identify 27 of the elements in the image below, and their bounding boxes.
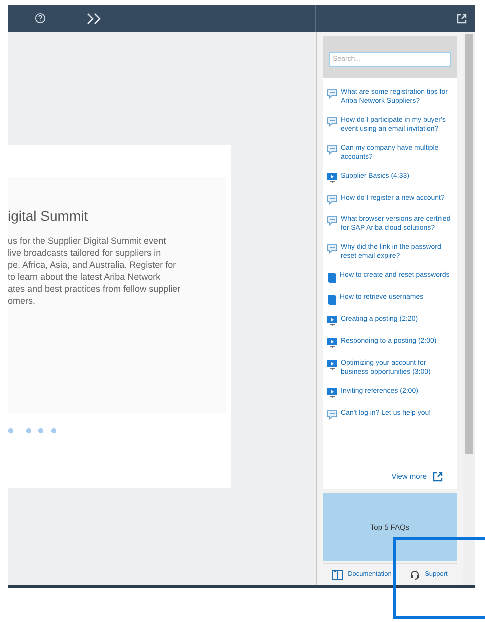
book-icon	[327, 272, 337, 283]
speech-bubble-icon	[327, 244, 338, 254]
screen-play-icon	[327, 338, 338, 349]
help-icon[interactable]	[35, 13, 46, 24]
book-icon	[332, 570, 344, 580]
external-link-icon	[457, 14, 467, 24]
external-link-icon	[433, 472, 443, 482]
card-text-line: pe, Africa, Asia, and Australia. Register for	[8, 259, 178, 271]
card-title: igital Summit	[8, 207, 90, 225]
speech-bubble-icon	[327, 216, 338, 226]
speech-bubble-icon	[327, 145, 338, 155]
speech-bubble-icon	[327, 117, 338, 127]
screen-play-icon	[327, 316, 338, 327]
scrollbar-thumb[interactable]	[465, 34, 473, 454]
speech-bubble-icon	[327, 410, 338, 420]
screen-play-icon	[327, 360, 338, 371]
card-text-line: us for the Supplier Digital Summit event	[8, 235, 168, 247]
speech-bubble-icon	[327, 89, 338, 99]
screen-play-icon	[327, 388, 338, 399]
card-text-line: ates and best practices from fellow supplier	[8, 283, 182, 295]
screen-play-icon	[327, 173, 338, 184]
headset-icon	[410, 570, 420, 580]
card-text-line: to learn about the latest Ariba Network	[8, 271, 162, 283]
book-icon	[327, 294, 337, 305]
speech-bubble-icon	[327, 195, 338, 205]
card-text-line: omers.	[8, 295, 37, 307]
card-text-line: live broadcasts tailored for suppliers in	[8, 247, 162, 259]
